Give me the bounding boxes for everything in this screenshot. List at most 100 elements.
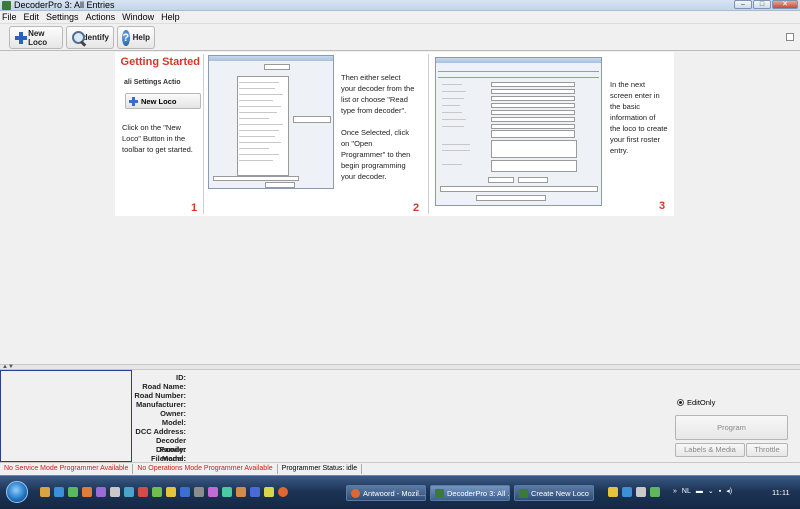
close-button[interactable]: ✕ xyxy=(772,0,798,9)
plus-icon xyxy=(129,96,138,106)
edit-only-radio[interactable]: EditOnly xyxy=(677,398,715,407)
app-icon[interactable] xyxy=(622,487,632,497)
field-owner: Owner: xyxy=(160,409,186,418)
field-manufacturer: Manufacturer: xyxy=(135,400,186,409)
taskbar: Antwoord - Mozil... DecoderPro 3: All ..… xyxy=(0,475,800,509)
firefox-icon[interactable] xyxy=(278,487,288,497)
folder-icon[interactable] xyxy=(608,487,618,497)
loco-image-pane xyxy=(0,370,132,462)
app-icon[interactable] xyxy=(222,487,232,497)
app-icon[interactable] xyxy=(110,487,120,497)
chevron-down-icon[interactable]: ⌄ xyxy=(708,487,714,495)
app-icon[interactable] xyxy=(250,487,260,497)
app-icon[interactable] xyxy=(180,487,190,497)
step-2-line: Once Selected, click xyxy=(341,128,409,137)
step-2-text: Then either select your decoder from the… xyxy=(341,72,425,182)
folder-icon[interactable] xyxy=(40,487,50,497)
menu-edit[interactable]: Edit xyxy=(24,12,40,22)
clock[interactable]: 11:11 xyxy=(772,488,790,497)
window-title: DecoderPro 3: All Entries xyxy=(14,0,115,10)
app-icon[interactable] xyxy=(264,487,274,497)
step-3-line: entry. xyxy=(610,146,629,155)
step-2-line: begin programming xyxy=(341,161,406,170)
start-button[interactable] xyxy=(6,481,28,503)
programmer-status: Programmer Status: idle xyxy=(278,463,363,474)
language-indicator[interactable]: NL xyxy=(682,488,691,495)
app-icon[interactable] xyxy=(194,487,204,497)
app-icon[interactable] xyxy=(166,487,176,497)
search-icon xyxy=(71,30,85,46)
step-2-line: list or choose "Read xyxy=(341,95,408,104)
app-icon xyxy=(435,488,444,498)
task-label: DecoderPro 3: All ... xyxy=(447,488,510,498)
throttle-button[interactable]: Throttle xyxy=(746,443,788,457)
getting-started-title: Getting Started xyxy=(120,56,200,68)
keyboard-icon[interactable]: ▬ xyxy=(696,488,703,495)
maximize-button[interactable]: □ xyxy=(753,0,771,9)
step-3-line: screen enter in xyxy=(610,91,660,100)
app-icon[interactable] xyxy=(82,487,92,497)
step-3-line: information of xyxy=(610,113,656,122)
help-icon: ? xyxy=(122,29,130,46)
app-icon[interactable] xyxy=(138,487,148,497)
help-button[interactable]: ? Help xyxy=(117,26,155,49)
step-2-line: Then either select xyxy=(341,73,401,82)
menu-window[interactable]: Window xyxy=(122,12,154,22)
menu-help[interactable]: Help xyxy=(161,12,180,22)
step-2-line: your decoder from the xyxy=(341,84,415,93)
app-icon[interactable] xyxy=(124,487,134,497)
radio-selected-icon[interactable] xyxy=(677,399,684,406)
app-icon[interactable] xyxy=(636,487,646,497)
step-2-spacer xyxy=(341,116,425,127)
task-label: Antwoord - Mozil... xyxy=(363,488,426,498)
identify-button[interactable]: Identify xyxy=(66,26,114,49)
browser-icon[interactable] xyxy=(650,487,660,497)
app-icon xyxy=(2,0,11,10)
step-2-line: on "Open xyxy=(341,139,373,148)
step-3-line: In the next xyxy=(610,80,646,89)
step-3-text: In the next screen enter in the basic in… xyxy=(610,79,676,156)
step-1: Getting Started ali Settings Actio New L… xyxy=(115,52,202,216)
program-button[interactable]: Program xyxy=(675,415,788,440)
task-firefox[interactable]: Antwoord - Mozil... xyxy=(346,485,426,501)
toolbar-checkbox[interactable] xyxy=(786,33,794,41)
getting-started-panel: Getting Started ali Settings Actio New L… xyxy=(115,52,674,216)
app-icon[interactable] xyxy=(96,487,106,497)
volume-icon[interactable]: ◂) xyxy=(726,487,732,495)
step-3-line: your first roster xyxy=(610,135,661,144)
new-loco-illustration-label: New Loco xyxy=(141,96,177,106)
tray-expand-icon[interactable]: » xyxy=(673,488,677,495)
roster-entry-screenshot xyxy=(435,57,602,206)
task-create-new-loco[interactable]: Create New Loco xyxy=(514,485,594,501)
step-1-line: Loco" Button in the xyxy=(122,134,186,143)
ops-mode-status: No Operations Mode Programmer Available xyxy=(133,463,278,474)
new-loco-button-illustration: New Loco xyxy=(125,93,201,109)
app-icon[interactable] xyxy=(236,487,246,497)
divider xyxy=(428,54,429,214)
new-loco-label: New Loco xyxy=(28,28,48,47)
menu-file[interactable]: File xyxy=(2,12,17,22)
step-2-line: Programmer" to then xyxy=(341,150,411,159)
new-loco-button[interactable]: New Loco xyxy=(9,26,63,49)
app-icon[interactable] xyxy=(152,487,162,497)
task-decoderpro[interactable]: DecoderPro 3: All ... xyxy=(430,485,510,501)
step-2: Then either select your decoder from the… xyxy=(205,52,425,216)
field-id: ID: xyxy=(176,373,186,382)
step-number-1: 1 xyxy=(191,202,198,214)
minimize-button[interactable]: – xyxy=(734,0,752,9)
menu-settings[interactable]: Settings xyxy=(46,12,79,22)
app-icon[interactable] xyxy=(68,487,78,497)
title-bar: DecoderPro 3: All Entries – □ ✕ xyxy=(0,0,800,11)
menu-actions[interactable]: Actions xyxy=(86,12,116,22)
labels-media-button[interactable]: Labels & Media xyxy=(675,443,745,457)
app-icon[interactable] xyxy=(208,487,218,497)
toolbar: New Loco Identify ? Help xyxy=(0,23,800,51)
field-road-name: Road Name: xyxy=(142,382,186,391)
roster-details-pane: ID: Road Name: Road Number: Manufacturer… xyxy=(0,370,800,463)
step-number-2: 2 xyxy=(413,202,420,214)
main-content: Getting Started ali Settings Actio New L… xyxy=(0,52,800,364)
app-icon xyxy=(519,488,528,498)
network-icon[interactable]: ▪ xyxy=(719,488,721,495)
field-road-number: Road Number: xyxy=(134,391,186,400)
browser-icon[interactable] xyxy=(54,487,64,497)
